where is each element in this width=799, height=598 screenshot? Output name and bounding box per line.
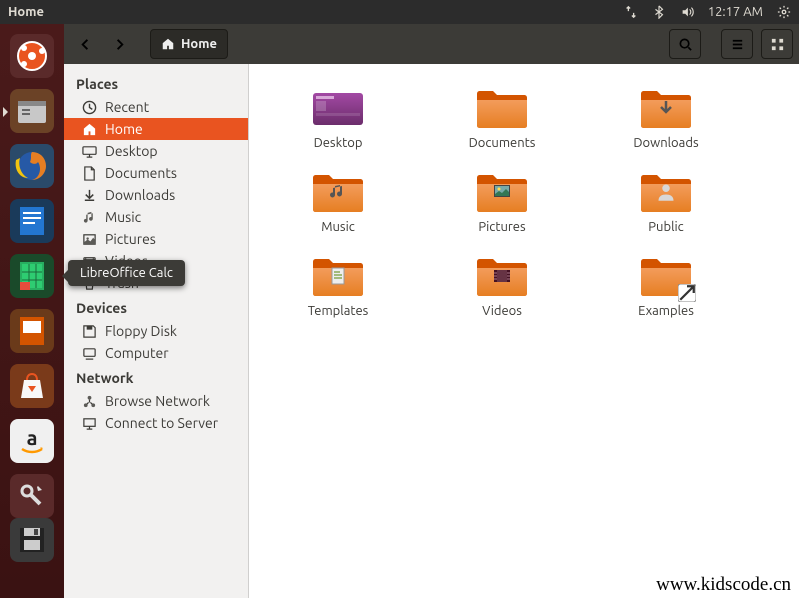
sidebar-item-label: Pictures (105, 231, 156, 247)
devices-header: Devices (64, 294, 248, 320)
down-icon (82, 188, 97, 203)
folder-label: Desktop (314, 136, 363, 150)
sidebar-item-browse-network[interactable]: Browse Network (64, 390, 248, 412)
sidebar-item-label: Documents (105, 165, 177, 181)
net-icon (82, 394, 97, 409)
sidebar-item-pictures[interactable]: Pictures (64, 228, 248, 250)
folder-desktop[interactable]: Desktop (259, 84, 417, 150)
clock-indicator[interactable]: 12:17 AM (708, 5, 763, 19)
computer-icon (82, 346, 97, 361)
folder-icon (310, 168, 366, 216)
location-label: Home (181, 37, 217, 51)
sidebar-item-home[interactable]: Home (64, 118, 248, 140)
launcher-save-icon[interactable] (6, 525, 58, 555)
launcher-settings-icon[interactable] (6, 470, 58, 522)
sidebar-item-downloads[interactable]: Downloads (64, 184, 248, 206)
folder-label: Public (648, 220, 683, 234)
sidebar-item-label: Browse Network (105, 393, 210, 409)
bluetooth-indicator-icon[interactable] (652, 5, 666, 19)
home-icon (161, 37, 175, 51)
places-header: Places (64, 70, 248, 96)
folder-documents[interactable]: Documents (423, 84, 581, 150)
home-icon (82, 122, 97, 137)
folder-label: Downloads (633, 136, 698, 150)
icon-view[interactable]: Desktop Documents Downloads Music Pictures Pu… (249, 64, 799, 598)
launcher-amazon-icon[interactable]: a (6, 415, 58, 467)
folder-examples[interactable]: Examples (587, 252, 745, 318)
system-gear-icon[interactable] (777, 5, 791, 19)
sidebar-item-label: Recent (105, 99, 149, 115)
folder-music[interactable]: Music (259, 168, 417, 234)
folder-videos[interactable]: Videos (423, 252, 581, 318)
sidebar-item-music[interactable]: Music (64, 206, 248, 228)
svg-text:a: a (27, 426, 38, 449)
sidebar-item-label: Downloads (105, 187, 175, 203)
launcher-files-icon[interactable] (6, 85, 58, 137)
sidebar-item-documents[interactable]: Documents (64, 162, 248, 184)
unity-launcher: LibreOffice Calc a (0, 24, 64, 598)
floppy-icon (82, 324, 97, 339)
folder-templates[interactable]: Templates (259, 252, 417, 318)
folder-icon (638, 252, 694, 300)
clock-icon (82, 100, 97, 115)
watermark: www.kidscode.cn (656, 574, 791, 596)
desktop-icon (82, 144, 97, 159)
folder-icon (474, 168, 530, 216)
network-indicator-icon[interactable] (624, 5, 638, 19)
folder-icon (474, 84, 530, 132)
sidebar-item-label: Home (105, 121, 143, 137)
sidebar-item-label: Floppy Disk (105, 323, 177, 339)
grid-view-button[interactable] (761, 29, 793, 59)
folder-label: Videos (482, 304, 522, 318)
server-icon (82, 416, 97, 431)
search-button[interactable] (669, 29, 701, 59)
sidebar-item-label: Connect to Server (105, 415, 218, 431)
launcher-firefox-icon[interactable] (6, 140, 58, 192)
folder-icon (310, 84, 366, 132)
sidebar-item-computer[interactable]: Computer (64, 342, 248, 364)
forward-button[interactable] (104, 29, 134, 59)
places-sidebar: Places Recent Home Desktop Documents Downloa… (64, 64, 249, 598)
folder-label: Templates (308, 304, 369, 318)
folder-icon (638, 168, 694, 216)
folder-icon (474, 252, 530, 300)
location-button[interactable]: Home (150, 29, 228, 59)
sidebar-item-connect-to-server[interactable]: Connect to Server (64, 412, 248, 434)
sidebar-item-floppy-disk[interactable]: Floppy Disk (64, 320, 248, 342)
view-menu-button[interactable] (721, 29, 753, 59)
network-header: Network (64, 364, 248, 390)
sidebar-item-desktop[interactable]: Desktop (64, 140, 248, 162)
folder-public[interactable]: Public (587, 168, 745, 234)
launcher-impress-icon[interactable] (6, 305, 58, 357)
window-title: Home (8, 5, 44, 19)
folder-icon (310, 252, 366, 300)
sidebar-item-label: Music (105, 209, 141, 225)
volume-indicator-icon[interactable] (680, 5, 694, 19)
folder-label: Examples (638, 304, 694, 318)
sidebar-item-label: Desktop (105, 143, 158, 159)
folder-label: Music (321, 220, 355, 234)
back-button[interactable] (70, 29, 100, 59)
folder-label: Pictures (478, 220, 525, 234)
pic-icon (82, 232, 97, 247)
folder-label: Documents (469, 136, 536, 150)
file-manager-toolbar: Home (64, 24, 799, 64)
launcher-software-icon[interactable] (6, 360, 58, 412)
sidebar-item-recent[interactable]: Recent (64, 96, 248, 118)
launcher-calc-icon[interactable]: LibreOffice Calc (6, 250, 58, 302)
top-menubar: Home 12:17 AM (0, 0, 799, 24)
folder-pictures[interactable]: Pictures (423, 168, 581, 234)
folder-downloads[interactable]: Downloads (587, 84, 745, 150)
launcher-tooltip: LibreOffice Calc (68, 260, 185, 286)
launcher-writer-icon[interactable] (6, 195, 58, 247)
doc-icon (82, 166, 97, 181)
music-icon (82, 210, 97, 225)
sidebar-item-label: Computer (105, 345, 169, 361)
launcher-dash-icon[interactable] (6, 30, 58, 82)
folder-icon (638, 84, 694, 132)
